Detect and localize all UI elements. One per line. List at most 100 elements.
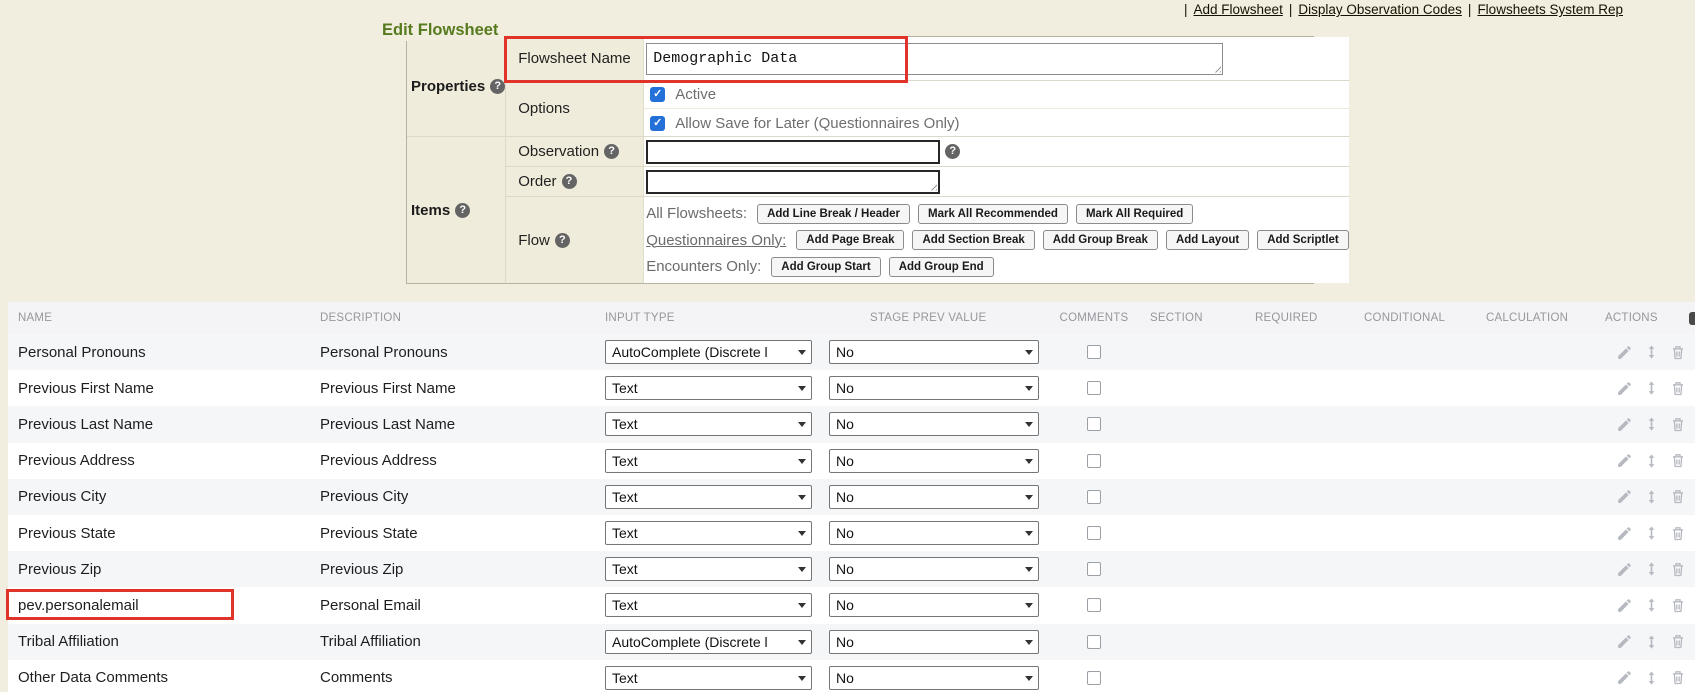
reorder-icon[interactable]	[1644, 488, 1659, 506]
top-link[interactable]: Display Observation Codes	[1298, 2, 1462, 17]
delete-icon[interactable]	[1670, 452, 1686, 469]
order-input[interactable]	[646, 170, 940, 194]
chevron-down-icon	[1025, 640, 1033, 649]
column-header-section: SECTION	[1144, 302, 1250, 334]
chevron-down-icon	[1025, 531, 1033, 540]
reorder-icon[interactable]	[1644, 633, 1659, 651]
input-type-select[interactable]: AutoComplete (Discrete l	[605, 630, 812, 654]
comments-checkbox[interactable]	[1087, 635, 1101, 649]
help-icon[interactable]	[945, 144, 960, 159]
edit-icon[interactable]	[1616, 488, 1633, 505]
observation-input[interactable]	[646, 140, 940, 164]
comments-checkbox[interactable]	[1087, 490, 1101, 504]
reorder-icon[interactable]	[1644, 669, 1659, 687]
delete-icon[interactable]	[1670, 416, 1686, 433]
stage-prev-value-select[interactable]: No	[829, 593, 1039, 617]
flow-action-button[interactable]: Add Group Start	[771, 257, 880, 277]
stage-prev-value-select[interactable]: No	[829, 376, 1039, 400]
input-type-value: Text	[612, 416, 638, 432]
edit-icon[interactable]	[1616, 380, 1633, 397]
flow-action-button[interactable]: Add Scriptlet	[1257, 230, 1349, 250]
flow-action-button[interactable]: Add Line Break / Header	[757, 204, 910, 224]
reorder-icon[interactable]	[1644, 415, 1659, 433]
top-link[interactable]: Add Flowsheet	[1194, 2, 1283, 17]
stage-prev-value-select[interactable]: No	[829, 412, 1039, 436]
stage-prev-value-value: No	[836, 453, 854, 469]
comments-checkbox[interactable]	[1087, 417, 1101, 431]
option-checkbox[interactable]: ✓	[650, 116, 665, 131]
row-name: Personal Pronouns	[18, 344, 146, 361]
input-type-value: Text	[612, 453, 638, 469]
stage-prev-value-select[interactable]: No	[829, 449, 1039, 473]
delete-icon[interactable]	[1670, 561, 1686, 578]
flow-action-button[interactable]: Add Page Break	[796, 230, 904, 250]
stage-prev-value-select[interactable]: No	[829, 666, 1039, 690]
stage-prev-value-value: No	[836, 634, 854, 650]
comments-checkbox[interactable]	[1087, 671, 1101, 685]
comments-checkbox[interactable]	[1087, 562, 1101, 576]
flow-action-button[interactable]: Add Layout	[1166, 230, 1249, 250]
comments-checkbox[interactable]	[1087, 598, 1101, 612]
comments-checkbox[interactable]	[1087, 345, 1101, 359]
form-group-column: Properties Items	[407, 37, 506, 283]
help-icon[interactable]	[555, 233, 570, 248]
flow-line: Encounters Only: Add Group Start Add Group…	[646, 257, 1349, 277]
option-checkbox[interactable]: ✓	[650, 87, 665, 102]
delete-icon[interactable]	[1670, 380, 1686, 397]
stage-prev-value-select[interactable]: No	[829, 521, 1039, 545]
help-icon[interactable]	[604, 144, 619, 159]
delete-icon[interactable]	[1670, 669, 1686, 686]
delete-icon[interactable]	[1670, 633, 1686, 650]
stage-prev-value-select[interactable]: No	[829, 557, 1039, 581]
input-type-select[interactable]: Text	[605, 593, 812, 617]
edit-icon[interactable]	[1616, 452, 1633, 469]
help-icon[interactable]	[490, 79, 505, 94]
flow-action-button[interactable]: Add Section Break	[912, 230, 1034, 250]
edit-icon[interactable]	[1616, 669, 1633, 686]
reorder-icon[interactable]	[1644, 343, 1659, 361]
delete-icon[interactable]	[1670, 344, 1686, 361]
flow-scope-label: Encounters Only:	[646, 258, 761, 275]
link-separator: |	[1289, 2, 1293, 17]
comments-checkbox[interactable]	[1087, 526, 1101, 540]
comments-checkbox[interactable]	[1087, 454, 1101, 468]
edit-icon[interactable]	[1616, 344, 1633, 361]
edit-icon[interactable]	[1616, 597, 1633, 614]
flow-action-button[interactable]: Mark All Recommended	[918, 204, 1068, 224]
input-type-select[interactable]: Text	[605, 412, 812, 436]
input-type-select[interactable]: Text	[605, 449, 812, 473]
delete-icon[interactable]	[1670, 488, 1686, 505]
flow-action-button[interactable]: Add Group Break	[1043, 230, 1158, 250]
help-icon[interactable]	[562, 174, 577, 189]
reorder-icon[interactable]	[1644, 560, 1659, 578]
resize-handle[interactable]	[1212, 64, 1221, 73]
flow-action-button[interactable]: Add Group End	[889, 257, 994, 277]
help-icon[interactable]	[455, 203, 470, 218]
comments-checkbox[interactable]	[1087, 381, 1101, 395]
input-type-select[interactable]: Text	[605, 521, 812, 545]
delete-icon[interactable]	[1670, 525, 1686, 542]
row-name: Previous City	[18, 488, 106, 505]
edit-icon[interactable]	[1616, 525, 1633, 542]
stage-prev-value-select[interactable]: No	[829, 630, 1039, 654]
stage-prev-value-select[interactable]: No	[829, 485, 1039, 509]
reorder-icon[interactable]	[1644, 379, 1659, 397]
input-type-select[interactable]: Text	[605, 485, 812, 509]
reorder-icon[interactable]	[1644, 596, 1659, 614]
reorder-icon[interactable]	[1644, 452, 1659, 470]
reorder-icon[interactable]	[1644, 524, 1659, 542]
edit-icon[interactable]	[1616, 633, 1633, 650]
column-header-input-type: INPUT TYPE	[600, 302, 824, 334]
top-link[interactable]: Flowsheets System Rep	[1477, 2, 1623, 17]
resize-handle[interactable]	[928, 182, 937, 191]
input-type-select[interactable]: Text	[605, 376, 812, 400]
chevron-down-icon	[798, 531, 806, 540]
delete-icon[interactable]	[1670, 597, 1686, 614]
flow-action-button[interactable]: Mark All Required	[1076, 204, 1193, 224]
input-type-select[interactable]: Text	[605, 557, 812, 581]
input-type-select[interactable]: Text	[605, 666, 812, 690]
edit-icon[interactable]	[1616, 416, 1633, 433]
edit-icon[interactable]	[1616, 561, 1633, 578]
stage-prev-value-select[interactable]: No	[829, 340, 1039, 364]
input-type-select[interactable]: AutoComplete (Discrete l	[605, 340, 812, 364]
